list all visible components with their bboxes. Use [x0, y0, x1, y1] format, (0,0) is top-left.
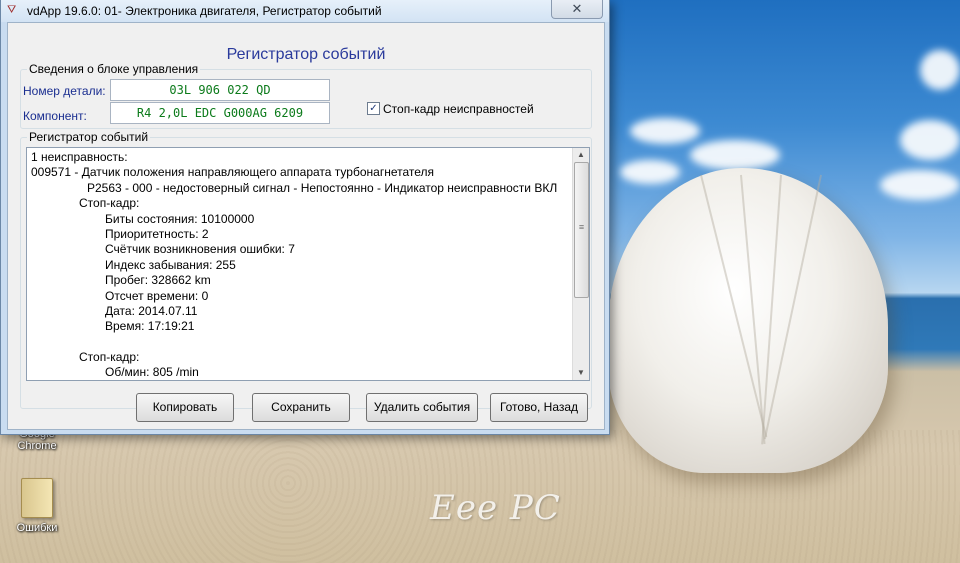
window-title: vdApp 19.6.0: 01- Электроника двигателя,… [27, 4, 382, 18]
log-line: Отсчет времени: 0 [105, 288, 209, 303]
event-log-textbox[interactable]: 1 неисправность: 009571 - Датчик положени… [26, 147, 590, 381]
desktop-icon-oshibki[interactable]: Ошибки [2, 478, 72, 534]
log-line: Стоп-кадр: [79, 196, 140, 211]
scroll-down-icon[interactable]: ▼ [573, 366, 589, 380]
copy-button[interactable]: Копировать [136, 393, 234, 422]
component-label: Компонент: [23, 109, 87, 123]
log-line: 009571 - Датчик положения направляющего … [31, 165, 435, 180]
valve-icon: ⛛ [7, 4, 17, 16]
cloud [880, 170, 960, 200]
log-line: Счётчик возникновения ошибки: 7 [105, 242, 295, 257]
log-line: P2563 - 000 - недостоверный сигнал - Неп… [87, 180, 558, 195]
log-line: Время: 17:19:21 [105, 319, 195, 334]
delete-events-button[interactable]: Удалить события [366, 393, 478, 422]
log-line: Дата: 2014.07.11 [105, 303, 198, 318]
cloud [630, 118, 700, 144]
part-number-label: Номер детали: [23, 84, 106, 98]
control-unit-group-label: Сведения о блоке управления [27, 62, 201, 76]
vertical-scrollbar[interactable]: ▲ ≡ ▼ [572, 148, 589, 380]
scroll-up-icon[interactable]: ▲ [573, 148, 589, 162]
folder-icon [21, 478, 53, 518]
freeze-frame-checkbox[interactable]: ✓ [367, 102, 380, 115]
log-line: Приоритетность: 2 [105, 226, 209, 241]
scroll-thumb[interactable]: ≡ [574, 162, 589, 298]
log-line: Стоп-кадр: [79, 350, 140, 365]
eee-pc-logo: Eee PC [430, 488, 561, 528]
seashell-image [608, 168, 888, 473]
log-line: Пробег: 328662 km [105, 273, 211, 288]
log-line: Биты состояния: 10100000 [105, 211, 255, 226]
event-log-group-label: Регистратор событий [27, 130, 151, 144]
folder-icon-label: Ошибки [16, 522, 58, 534]
freeze-frame-checkbox-label: Стоп-кадр неисправностей [383, 102, 534, 116]
log-line: 1 неисправность: [31, 150, 128, 164]
save-button[interactable]: Сохранить [252, 393, 350, 422]
dialog-client-area: Регистратор событий Сведения о блоке упр… [7, 22, 605, 430]
cloud [920, 50, 960, 90]
cloud [900, 120, 960, 160]
component-field[interactable]: R4 2,0L EDC G000AG 6209 [110, 102, 330, 124]
event-log-lines: 1 неисправность: 009571 - Датчик положени… [27, 150, 567, 380]
chrome-icon-label-2: Chrome [17, 440, 57, 452]
title-bar[interactable]: ⛛ vdApp 19.6.0: 01- Электроника двигател… [1, 0, 609, 22]
close-button[interactable]: ✕ [551, 0, 603, 19]
vdapp-window: ⛛ vdApp 19.6.0: 01- Электроника двигател… [0, 0, 610, 435]
cloud [690, 140, 780, 170]
part-number-field[interactable]: 03L 906 022 QD [110, 79, 330, 101]
log-line: Индекс забывания: 255 [105, 257, 236, 272]
grip-icon: ≡ [578, 222, 585, 232]
log-line: Об/мин: 805 /min [105, 365, 199, 380]
cloud [620, 160, 680, 184]
done-back-button[interactable]: Готово, Назад [490, 393, 588, 422]
